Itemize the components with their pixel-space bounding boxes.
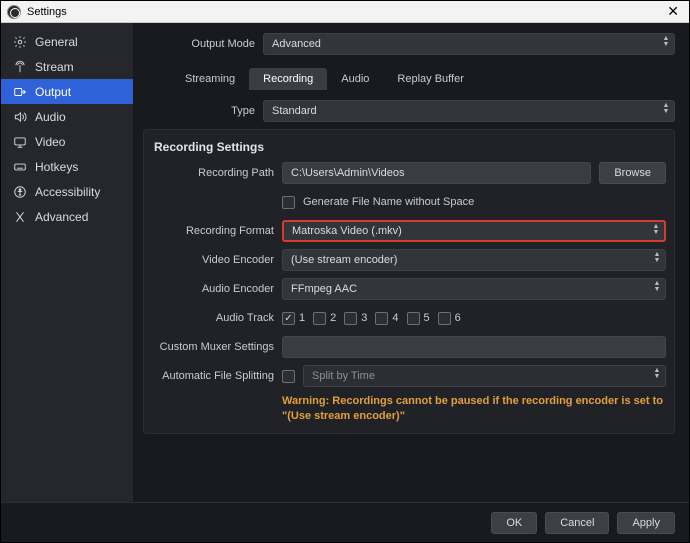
type-value: Standard [272,105,317,117]
cancel-button[interactable]: Cancel [545,512,609,534]
sidebar-item-label: Accessibility [35,185,100,199]
apply-button[interactable]: Apply [617,512,675,534]
auto-split-label: Automatic File Splitting [152,370,282,382]
sidebar-item-label: Output [35,85,71,99]
track-5-label: 5 [424,312,430,324]
sidebar-item-advanced[interactable]: Advanced [1,204,133,229]
app-icon [7,5,21,19]
window-title: Settings [27,6,67,18]
audio-encoder-select[interactable]: FFmpeg AAC ▲▼ [282,278,666,300]
recording-format-value: Matroska Video (.mkv) [292,225,402,237]
tab-audio[interactable]: Audio [327,68,383,90]
track-1-label: 1 [299,312,305,324]
ok-button[interactable]: OK [491,512,537,534]
sidebar-item-label: Stream [35,60,74,74]
output-mode-select[interactable]: Advanced ▲▼ [263,33,675,55]
split-mode-select: Split by Time ▲▼ [303,365,666,387]
sidebar-item-label: General [35,35,78,49]
recording-path-value: C:\Users\Admin\Videos [291,167,405,179]
output-tabs: Streaming Recording Audio Replay Buffer [171,68,675,90]
content-pane: Output Mode Advanced ▲▼ Streaming Record… [133,23,689,502]
sidebar-item-label: Hotkeys [35,160,78,174]
auto-split-checkbox[interactable] [282,370,295,383]
track-1-checkbox[interactable] [282,312,295,325]
track-2-label: 2 [330,312,336,324]
sidebar-item-hotkeys[interactable]: Hotkeys [1,154,133,179]
sidebar-item-output[interactable]: Output [1,79,133,104]
section-title: Recording Settings [154,140,666,154]
speaker-icon [13,110,27,124]
recording-format-select[interactable]: Matroska Video (.mkv) ▲▼ [282,220,666,242]
type-select[interactable]: Standard ▲▼ [263,100,675,122]
nospace-checkbox[interactable] [282,196,295,209]
gear-icon [13,35,27,49]
sidebar-item-label: Advanced [35,210,88,224]
sidebar-item-audio[interactable]: Audio [1,104,133,129]
sidebar-item-video[interactable]: Video [1,129,133,154]
output-mode-label: Output Mode [143,38,263,50]
custom-muxer-input[interactable] [282,336,666,358]
titlebar: Settings ✕ [1,1,689,23]
track-3-checkbox[interactable] [344,312,357,325]
browse-button[interactable]: Browse [599,162,666,184]
track-4-label: 4 [392,312,398,324]
accessibility-icon [13,185,27,199]
track-5-checkbox[interactable] [407,312,420,325]
recording-format-label: Recording Format [152,225,282,237]
tab-recording[interactable]: Recording [249,68,327,90]
track-6-checkbox[interactable] [438,312,451,325]
sidebar-item-label: Video [35,135,65,149]
track-6-label: 6 [455,312,461,324]
tab-streaming[interactable]: Streaming [171,68,249,90]
output-mode-value: Advanced [272,38,321,50]
track-4-checkbox[interactable] [375,312,388,325]
encoder-warning: Warning: Recordings cannot be paused if … [282,394,666,425]
video-encoder-label: Video Encoder [152,254,282,266]
split-mode-value: Split by Time [312,370,375,382]
monitor-icon [13,135,27,149]
video-encoder-value: (Use stream encoder) [291,254,397,266]
track-3-label: 3 [361,312,367,324]
sidebar-item-accessibility[interactable]: Accessibility [1,179,133,204]
output-icon [13,85,27,99]
dialog-footer: OK Cancel Apply [1,502,689,542]
tab-replay-buffer[interactable]: Replay Buffer [383,68,477,90]
recording-path-input[interactable]: C:\Users\Admin\Videos [282,162,591,184]
sidebar-item-stream[interactable]: Stream [1,54,133,79]
video-encoder-select[interactable]: (Use stream encoder) ▲▼ [282,249,666,271]
custom-muxer-label: Custom Muxer Settings [152,341,282,353]
tools-icon [13,210,27,224]
recording-path-label: Recording Path [152,167,282,179]
audio-track-label: Audio Track [152,312,282,324]
recording-settings-pane: Recording Settings Recording Path C:\Use… [143,129,675,434]
keyboard-icon [13,160,27,174]
sidebar-item-general[interactable]: General [1,29,133,54]
type-label: Type [143,105,263,117]
close-icon[interactable]: ✕ [663,3,683,20]
audio-encoder-value: FFmpeg AAC [291,283,357,295]
nospace-label: Generate File Name without Space [303,196,474,208]
sidebar-item-label: Audio [35,110,66,124]
antenna-icon [13,60,27,74]
track-2-checkbox[interactable] [313,312,326,325]
sidebar: General Stream Output Audio Video Hotkey… [1,23,133,502]
audio-encoder-label: Audio Encoder [152,283,282,295]
